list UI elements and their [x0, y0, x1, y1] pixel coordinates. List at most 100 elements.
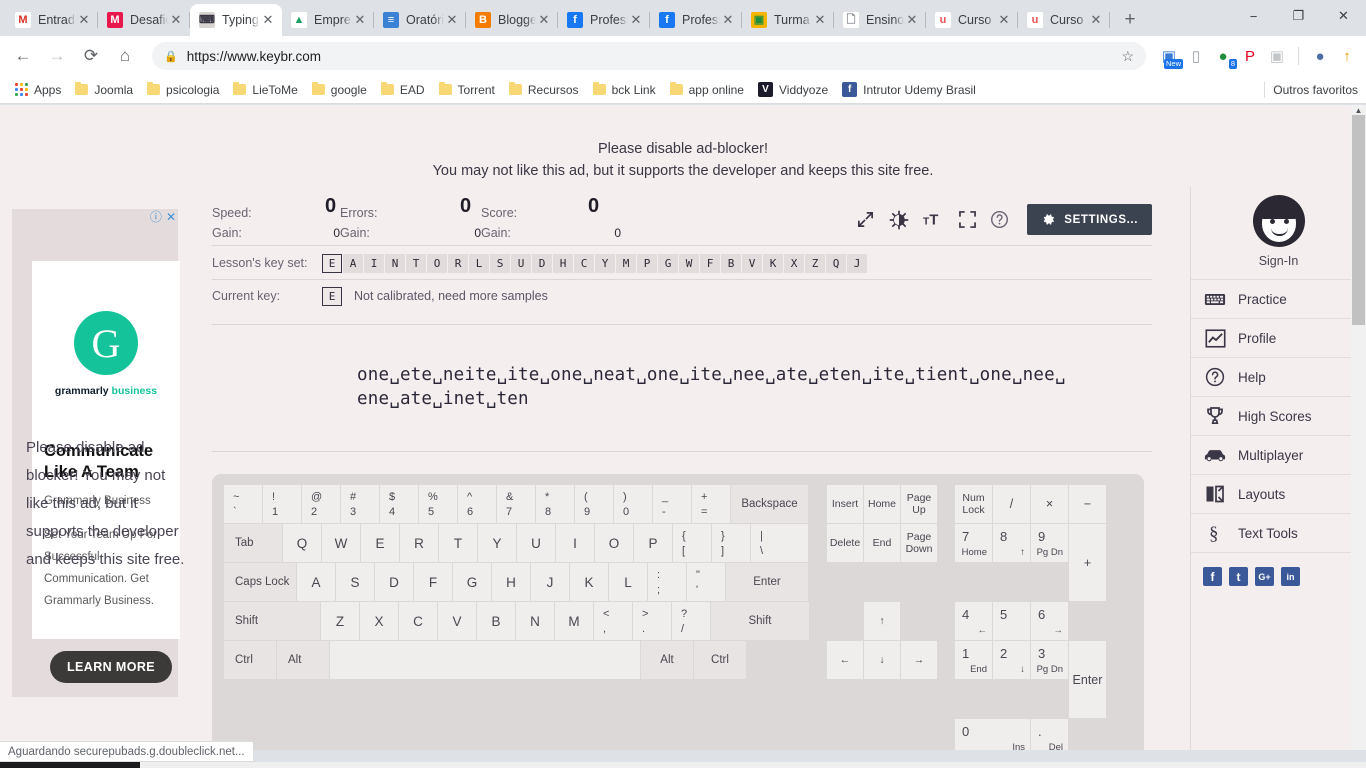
- keyboard-key[interactable]: Enter: [726, 563, 808, 601]
- browser-tab[interactable]: f Professor✕: [650, 4, 742, 36]
- browser-tab[interactable]: ▲ Empresa✕: [282, 4, 374, 36]
- typing-area[interactable]: one␣ete␣neite␣ite␣one␣neat␣one␣ite␣nee␣a…: [212, 325, 1152, 451]
- minimize-button[interactable]: −: [1231, 0, 1276, 32]
- browser-tab[interactable]: u Curso ✕: [926, 4, 1018, 36]
- tab-close-icon[interactable]: ✕: [352, 12, 368, 28]
- keyboard-key[interactable]: T: [439, 524, 477, 562]
- keyboard-key[interactable]: " ': [687, 563, 725, 601]
- browser-tab[interactable]: ⌨ Typing ✕: [190, 4, 282, 36]
- browser-tab[interactable]: ▣ Turma ✕: [742, 4, 834, 36]
- sidebar-item-text-tools[interactable]: § Text Tools: [1191, 513, 1366, 552]
- chat-bubble-icon[interactable]: ● 8: [1212, 45, 1237, 69]
- bookmark-item[interactable]: V Viddyoze: [751, 80, 835, 99]
- tab-close-icon[interactable]: ✕: [812, 12, 828, 28]
- twitter-icon[interactable]: t: [1229, 567, 1248, 586]
- numpad-key[interactable]: Enter: [1069, 641, 1106, 718]
- facebook-icon[interactable]: f: [1203, 567, 1222, 586]
- bookmark-item[interactable]: google: [305, 81, 374, 99]
- browser-tab[interactable]: f Professor✕: [558, 4, 650, 36]
- bookmark-apps[interactable]: Apps: [8, 81, 68, 99]
- keyboard-nav-key[interactable]: Insert: [827, 485, 863, 523]
- text-size-icon[interactable]: T T: [923, 211, 945, 229]
- keyboard-key[interactable]: X: [360, 602, 398, 640]
- home-button[interactable]: ⌂: [110, 41, 140, 71]
- keyboard-key[interactable]: Ctrl: [694, 641, 746, 679]
- sidebar-item-high-scores[interactable]: High Scores: [1191, 396, 1366, 435]
- keyboard-key[interactable]: A: [297, 563, 335, 601]
- keyboard-key[interactable]: #3: [341, 485, 379, 523]
- bookmark-item[interactable]: Joomla: [68, 81, 140, 99]
- keyboard-key[interactable]: C: [399, 602, 437, 640]
- keyboard-key[interactable]: Shift: [224, 602, 320, 640]
- ad-card[interactable]: grammarly business Communicate Like A Te…: [32, 261, 180, 639]
- sidebar-item-layouts[interactable]: Layouts: [1191, 474, 1366, 513]
- google-plus-icon[interactable]: G+: [1255, 567, 1274, 586]
- numpad-key[interactable]: 7 Home: [955, 524, 992, 562]
- sidebar-item-practice[interactable]: Practice: [1191, 279, 1366, 318]
- keyboard-key[interactable]: Shift: [711, 602, 809, 640]
- keyboard-key[interactable]: | \: [751, 524, 808, 562]
- browser-tab[interactable]: M Entrada✕: [6, 4, 98, 36]
- tab-close-icon[interactable]: ✕: [444, 12, 460, 28]
- keyboard-key[interactable]: U: [517, 524, 555, 562]
- keyboard-key[interactable]: Caps Lock: [224, 563, 296, 601]
- keyboard-key[interactable]: (9: [575, 485, 613, 523]
- keyboard-key[interactable]: {[: [673, 524, 711, 562]
- keyboard-key[interactable]: _ -: [653, 485, 691, 523]
- sidebar-item-help[interactable]: Help: [1191, 357, 1366, 396]
- keyboard-key[interactable]: F: [414, 563, 452, 601]
- keyboard-key[interactable]: B: [477, 602, 515, 640]
- screen-capture-icon[interactable]: ▣ New: [1158, 45, 1183, 69]
- tab-close-icon[interactable]: ✕: [904, 12, 920, 28]
- keyboard-key[interactable]: & 7: [497, 485, 535, 523]
- keyboard-key[interactable]: }]: [712, 524, 750, 562]
- browser-tab[interactable]: ≡ Oratória✕: [374, 4, 466, 36]
- forward-button[interactable]: →: [42, 41, 72, 71]
- keyboard-key[interactable]: * 8: [536, 485, 574, 523]
- numpad-key[interactable]: 1 End: [955, 641, 992, 679]
- ad-info-icon[interactable]: ⓘ: [150, 211, 162, 223]
- keyboard-key[interactable]: $4: [380, 485, 418, 523]
- numpad-key[interactable]: 4 ←: [955, 602, 992, 640]
- bookmark-item[interactable]: Torrent: [432, 81, 502, 99]
- keyboard-key[interactable]: Tab: [224, 524, 282, 562]
- page-scrollbar[interactable]: ▲: [1351, 105, 1366, 750]
- scroll-up-arrow[interactable]: ▲: [1351, 105, 1366, 115]
- profile-avatar-icon[interactable]: ●: [1309, 45, 1331, 67]
- keyboard-key[interactable]: Alt: [277, 641, 329, 679]
- keyboard-key[interactable]: P: [634, 524, 672, 562]
- keyboard-key[interactable]: ? /: [672, 602, 710, 640]
- keyboard-nav-key[interactable]: End: [864, 524, 900, 562]
- keyboard-key[interactable]: M: [555, 602, 593, 640]
- keyboard-key[interactable]: H: [492, 563, 530, 601]
- numpad-key[interactable]: 2 ↓: [993, 641, 1030, 679]
- tab-close-icon[interactable]: ✕: [76, 12, 92, 28]
- signin-block[interactable]: Sign-In: [1191, 189, 1366, 279]
- keyboard-key[interactable]: + =: [692, 485, 730, 523]
- bookmark-item[interactable]: Recursos: [502, 81, 586, 99]
- keyboard-key[interactable]: K: [570, 563, 608, 601]
- keyboard-key[interactable]: L: [609, 563, 647, 601]
- keyboard-key[interactable]: Q: [283, 524, 321, 562]
- keyboard-nav-key[interactable]: Page Up: [901, 485, 937, 523]
- back-button[interactable]: ←: [8, 41, 38, 71]
- bookmark-star-icon[interactable]: ☆: [1121, 48, 1134, 65]
- help-circle-icon[interactable]: [990, 210, 1009, 229]
- keyboard-key[interactable]: [330, 641, 640, 679]
- numpad-key[interactable]: 0 Ins: [955, 719, 1030, 750]
- keyboard-key[interactable]: S: [336, 563, 374, 601]
- numpad-key[interactable]: 8 ↑: [993, 524, 1030, 562]
- numpad-key[interactable]: . Del: [1031, 719, 1068, 750]
- numpad-key[interactable]: 3 Pg Dn: [1031, 641, 1068, 679]
- numpad-key[interactable]: Num Lock: [955, 485, 992, 523]
- tab-close-icon[interactable]: ✕: [996, 12, 1012, 28]
- tab-close-icon[interactable]: ✕: [1088, 12, 1104, 28]
- tab-close-icon[interactable]: ✕: [536, 12, 552, 28]
- keyboard-key[interactable]: N: [516, 602, 554, 640]
- new-tab-button[interactable]: +: [1116, 6, 1144, 34]
- address-bar[interactable]: 🔒 https://www.keybr.com ☆: [152, 42, 1146, 70]
- keyboard-key[interactable]: ! 1: [263, 485, 301, 523]
- keyboard-key[interactable]: D: [375, 563, 413, 601]
- keyboard-key[interactable]: @2: [302, 485, 340, 523]
- keyboard-key[interactable]: I: [556, 524, 594, 562]
